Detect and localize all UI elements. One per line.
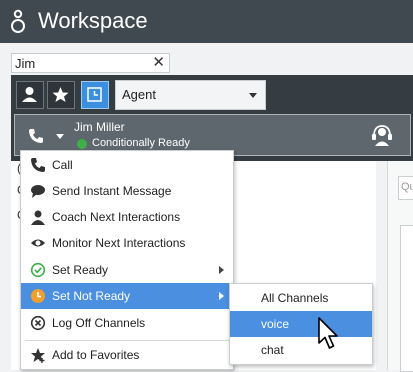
- quick-search-field[interactable]: Qu: [398, 176, 413, 200]
- menu-item-label: Send Instant Message: [52, 184, 172, 198]
- menu-item-log-off-channels[interactable]: Log Off Channels: [21, 310, 233, 336]
- chat-bubble-icon: [31, 185, 45, 198]
- menu-item-coach-next-interactions[interactable]: Coach Next Interactions: [21, 204, 233, 230]
- not-ready-clock-icon: [31, 289, 45, 303]
- mouse-pointer-icon: [318, 317, 338, 349]
- menu-item-label: Log Off Channels: [52, 316, 146, 330]
- star-icon: [52, 87, 69, 102]
- log-off-icon: [30, 315, 46, 331]
- menu-item-set-not-ready[interactable]: Set Not Ready: [21, 283, 233, 309]
- submenu-item-label: All Channels: [261, 291, 329, 305]
- not-ready-submenu: All Channels voice chat: [229, 283, 373, 365]
- menu-item-send-instant-message[interactable]: Send Instant Message: [21, 178, 233, 204]
- role-select-value: Agent: [122, 87, 156, 102]
- status-indicator-icon: [77, 139, 87, 149]
- right-side-panel: Qu: [387, 161, 413, 372]
- agent-name: Jim Miller: [74, 120, 125, 134]
- submenu-item-chat[interactable]: chat: [230, 337, 372, 363]
- agent-status: Conditionally Ready: [92, 137, 190, 149]
- role-filter-select[interactable]: Agent: [115, 80, 266, 110]
- headset-icon: [372, 125, 392, 146]
- menu-item-label: Set Not Ready: [52, 289, 131, 303]
- search-input[interactable]: [15, 55, 150, 71]
- coach-icon: [31, 210, 45, 225]
- phone-icon: [31, 158, 45, 172]
- menu-item-label: Set Ready: [52, 263, 109, 277]
- menu-item-monitor-next-interactions[interactable]: Monitor Next Interactions: [21, 230, 233, 256]
- chevron-down-icon: [249, 93, 257, 98]
- add-star-icon: [31, 348, 45, 363]
- recent-filter-button[interactable]: [81, 81, 109, 109]
- agent-action-menu: Call Send Instant Message Coach Next Int…: [20, 150, 234, 370]
- phone-icon: [29, 129, 43, 143]
- chevron-down-icon[interactable]: [56, 134, 64, 139]
- team-search-box[interactable]: ✕: [11, 53, 170, 73]
- eye-icon: [31, 239, 45, 247]
- favorites-filter-button[interactable]: [47, 81, 75, 109]
- person-icon: [22, 87, 37, 102]
- ready-check-icon: [30, 262, 46, 278]
- menu-item-add-to-favorites[interactable]: Add to Favorites: [21, 342, 233, 368]
- menu-item-label: Coach Next Interactions: [52, 210, 181, 224]
- menu-item-call[interactable]: Call: [21, 152, 233, 178]
- submenu-item-all-channels[interactable]: All Channels: [230, 285, 372, 311]
- quick-search-placeholder: Qu: [401, 181, 413, 193]
- chevron-right-icon: [219, 266, 224, 274]
- chevron-right-icon: [219, 292, 224, 300]
- right-side-list: [400, 225, 413, 372]
- submenu-item-label: voice: [261, 317, 290, 331]
- recent-icon: [87, 87, 102, 102]
- submenu-item-voice[interactable]: voice: [230, 311, 372, 337]
- submenu-item-label: chat: [261, 343, 284, 357]
- clear-icon[interactable]: ✕: [152, 54, 165, 72]
- genesys-logo-icon: [11, 9, 25, 33]
- contacts-filter-button[interactable]: [16, 81, 44, 109]
- menu-item-label: Call: [52, 158, 73, 172]
- menu-item-set-ready[interactable]: Set Ready: [21, 257, 233, 283]
- app-header: Workspace: [0, 0, 413, 43]
- app-title: Workspace: [38, 8, 148, 33]
- menu-item-label: Monitor Next Interactions: [52, 236, 186, 250]
- menu-item-label: Add to Favorites: [52, 348, 140, 362]
- menu-divider: [25, 340, 230, 341]
